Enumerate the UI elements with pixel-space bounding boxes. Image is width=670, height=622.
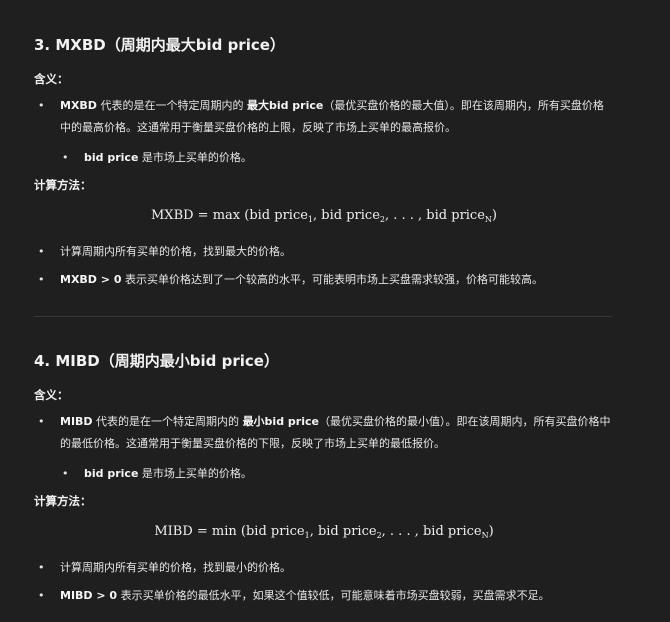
sub-list: bid price 是市场上买单的价格。 <box>34 463 614 485</box>
section-heading: 4. MIBD（周期内最小bid price） <box>34 352 279 370</box>
document-page: 3. MXBD（周期内最大bid price） 含义： MXBD 代表的是在一个… <box>0 0 670 622</box>
section-divider <box>34 316 612 317</box>
term: 最小bid price <box>242 415 319 428</box>
term: MXBD > 0 <box>60 273 122 286</box>
text: 是市场上买单的价格。 <box>138 467 252 480</box>
text: 代表的是在一个特定周期内的 <box>92 415 243 428</box>
meaning-list: MXBD 代表的是在一个特定周期内的 最大bid price（最优买盘价格的最大… <box>34 95 614 139</box>
list-item: MIBD > 0 表示买单价格的最低水平，如果这个值较低，可能意味着市场买盘较弱… <box>34 585 614 607</box>
calc-list: 计算周期内所有买单的价格，找到最大的价格。 MXBD > 0 表示买单价格达到了… <box>34 241 614 291</box>
term: MIBD <box>60 415 93 428</box>
text: 表示买单价格的最低水平，如果这个值较低，可能意味着市场买盘较弱，买盘需求不足。 <box>117 589 550 602</box>
text: 表示买单价格达到了一个较高的水平，可能表明市场上买盘需求较强，价格可能较高。 <box>121 273 543 286</box>
formula: MIBD = min (bid price1, bid price2, . . … <box>154 524 494 540</box>
meaning-label: 含义： <box>34 72 69 86</box>
text: 是市场上买单的价格。 <box>138 151 252 164</box>
calc-label: 计算方法： <box>34 494 92 508</box>
formula: MXBD = max (bid price1, bid price2, . . … <box>151 208 497 224</box>
calc-list: 计算周期内所有买单的价格，找到最小的价格。 MIBD > 0 表示买单价格的最低… <box>34 557 614 607</box>
list-item: MXBD 代表的是在一个特定周期内的 最大bid price（最优买盘价格的最大… <box>34 95 614 139</box>
list-item: bid price 是市场上买单的价格。 <box>58 463 614 485</box>
sub-list: bid price 是市场上买单的价格。 <box>34 147 614 169</box>
term: 最大bid price <box>246 99 324 112</box>
term: MXBD <box>60 99 97 112</box>
term: bid price <box>84 151 139 164</box>
section-mibd: 4. MIBD（周期内最小bid price） 含义： MIBD 代表的是在一个… <box>34 350 614 607</box>
meaning-label: 含义： <box>34 388 69 402</box>
meaning-list: MIBD 代表的是在一个特定周期内的 最小bid price（最优买盘价格的最小… <box>34 411 614 455</box>
list-item: MIBD 代表的是在一个特定周期内的 最小bid price（最优买盘价格的最小… <box>34 411 614 455</box>
term: MIBD > 0 <box>60 589 118 602</box>
list-item: 计算周期内所有买单的价格，找到最大的价格。 <box>34 241 614 263</box>
text: 代表的是在一个特定周期内的 <box>96 99 247 112</box>
calc-label: 计算方法： <box>34 178 92 192</box>
section-mxbd: 3. MXBD（周期内最大bid price） 含义： MXBD 代表的是在一个… <box>34 34 614 291</box>
term: bid price <box>84 467 139 480</box>
list-item: MXBD > 0 表示买单价格达到了一个较高的水平，可能表明市场上买盘需求较强，… <box>34 269 614 291</box>
list-item: 计算周期内所有买单的价格，找到最小的价格。 <box>34 557 614 579</box>
list-item: bid price 是市场上买单的价格。 <box>58 147 614 169</box>
section-heading: 3. MXBD（周期内最大bid price） <box>34 36 285 54</box>
